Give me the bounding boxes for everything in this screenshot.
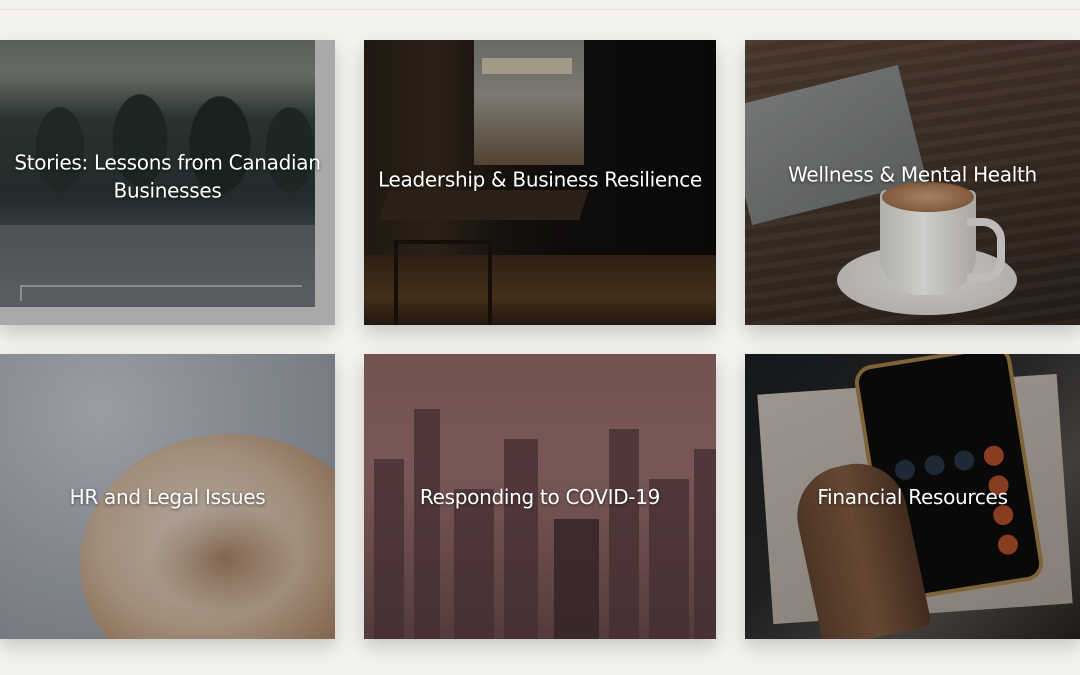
top-divider [0,9,1080,10]
tile-financial-resources[interactable]: Financial Resources [745,354,1080,639]
tile-title: Leadership & Business Resilience [378,167,702,192]
tile-hr-legal-issues[interactable]: HR and Legal Issues [0,354,335,639]
tile-stories-canadian-businesses[interactable]: Stories: Lessons from Canadian Businesse… [0,40,335,325]
tile-title: Stories: Lessons from Canadian Businesse… [14,149,321,202]
tile-leadership-business-resilience[interactable]: Leadership & Business Resilience [364,40,716,325]
resource-categories-page: Stories: Lessons from Canadian Businesse… [0,0,1080,675]
tile-title: Financial Resources [817,484,1008,509]
tile-title: Responding to COVID-19 [419,484,661,509]
tile-responding-covid-19[interactable]: Responding to COVID-19 [364,354,716,639]
tile-title: HR and Legal Issues [69,484,266,509]
tile-wellness-mental-health[interactable]: Wellness & Mental Health [745,40,1080,325]
tile-title: Wellness & Mental Health [788,162,1037,187]
